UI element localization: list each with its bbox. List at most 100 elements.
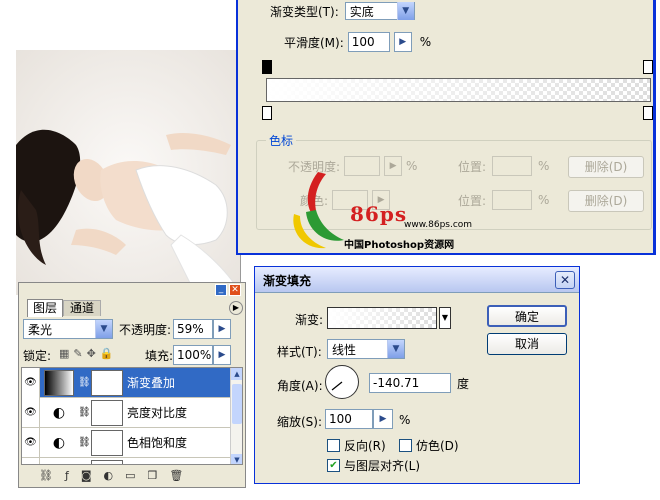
blend-mode-select[interactable]: 柔光 ▼ (23, 319, 113, 339)
layer-mask-thumbnail (91, 399, 123, 426)
layer-row-hue[interactable]: 👁 ◐ ⛓ 色相饱和度 (22, 427, 232, 458)
dither-checkbox[interactable] (399, 439, 412, 452)
adjustment-icon (44, 460, 74, 465)
watermark-brand: 86ps (350, 202, 408, 226)
layer-opacity-input[interactable]: 59% (173, 319, 213, 339)
layer-style-icon[interactable]: ƒ (65, 469, 69, 482)
layer-row-curves[interactable]: 👁 ⛓ 曲线 (22, 457, 232, 465)
layer-name: 亮度对比度 (127, 406, 188, 420)
angle-input[interactable]: -140.71 (369, 373, 451, 393)
color-stop-left[interactable] (262, 106, 272, 120)
eye-icon[interactable]: 👁 (22, 427, 40, 458)
lock-transparency-icon[interactable]: ▦ (59, 347, 69, 360)
dialog-titlebar: 渐变填充 ✕ (255, 267, 579, 293)
dither-checkbox-row[interactable]: 仿色(D) (399, 437, 459, 454)
reverse-checkbox[interactable] (327, 439, 340, 452)
watermark-logo: 86ps www.86ps.com 中国Photoshop资源网 (286, 162, 486, 252)
new-layer-icon[interactable]: ❐ (148, 469, 158, 482)
angle-label: 角度(A): (277, 379, 323, 393)
gradient-type-select[interactable]: 实底 ▼ (344, 2, 415, 20)
gradient-type-label: 渐变类型(T): (270, 4, 339, 19)
scale-unit: % (399, 413, 411, 427)
gradient-type-value: 实底 (349, 4, 374, 19)
scale-slider-button[interactable]: ▶ (373, 409, 393, 429)
link-icon: ⛓ (78, 437, 91, 448)
layer-opacity-slider-button[interactable]: ▶ (213, 319, 231, 339)
trash-icon[interactable]: 🗑 (169, 469, 183, 482)
layer-list-scrollbar[interactable]: ▲ ▼ (230, 368, 242, 464)
style-select[interactable]: 线性 ▼ (327, 339, 405, 359)
fill-slider-button[interactable]: ▶ (213, 345, 231, 365)
smoothness-label: 平滑度(M): (284, 35, 344, 50)
tab-layers[interactable]: 图层 (27, 299, 63, 317)
close-button[interactable]: ✕ (229, 284, 241, 296)
layer-mask-thumbnail (91, 459, 123, 464)
opacity-stop-right[interactable] (643, 60, 653, 74)
adjustment-layer-icon[interactable]: ◐ (104, 469, 114, 482)
angle-unit: 度 (457, 377, 470, 391)
smoothness-input[interactable]: 100 (347, 32, 390, 52)
chevron-down-icon: ▼ (387, 340, 404, 358)
dialog-close-button[interactable]: ✕ (555, 271, 575, 289)
gradient-picker-button[interactable]: ▼ (439, 307, 451, 329)
fill-label: 填充: (145, 349, 174, 363)
add-mask-icon[interactable]: ◙ (81, 469, 92, 482)
lock-position-icon[interactable]: ✥ (87, 347, 96, 360)
gradient-label: 渐变: (295, 313, 324, 327)
scale-label: 缩放(S): (277, 415, 323, 429)
adjustment-icon: ◐ (52, 404, 66, 421)
blend-mode-value: 柔光 (28, 322, 53, 337)
adjustment-icon: ◐ (52, 434, 66, 451)
chevron-down-icon: ▼ (95, 320, 112, 338)
ok-button[interactable]: 确定 (487, 305, 567, 327)
dither-label: 仿色(D) (416, 439, 459, 453)
layer-mask-thumbnail (91, 369, 123, 396)
cancel-button[interactable]: 取消 (487, 333, 567, 355)
stop-position2-unit: % (538, 193, 550, 207)
angle-dial[interactable] (325, 365, 359, 399)
eye-icon[interactable]: 👁 (22, 457, 40, 464)
align-checkbox[interactable]: ✔ (327, 459, 340, 472)
fill-input[interactable]: 100% (173, 345, 213, 365)
smoothness-unit: % (419, 35, 432, 49)
smoothness-slider-button[interactable]: ▶ (393, 32, 412, 52)
gradient-swatch[interactable] (327, 307, 437, 329)
tab-channels[interactable]: 通道 (63, 300, 101, 316)
link-icon: ⛓ (78, 377, 91, 388)
gradient-fill-dialog: 渐变填充 ✕ 渐变: ▼ 样式(T): 线性 ▼ 角度(A): -140.71 … (254, 266, 580, 484)
lock-all-icon[interactable]: 🔒 (100, 347, 114, 360)
layer-mask-thumbnail (91, 429, 123, 456)
color-stop-right[interactable] (643, 106, 653, 120)
photo-canvas (16, 50, 241, 295)
scale-input[interactable]: 100 (325, 409, 373, 429)
delete-color-stop-button[interactable]: 删除(D) (568, 190, 644, 212)
layers-bottom-toolbar: ⛓ ƒ ◙ ◐ ▭ ❐ 🗑 (39, 469, 183, 482)
opacity-stop-left[interactable] (262, 60, 272, 74)
eye-icon[interactable]: 👁 (22, 397, 40, 428)
dialog-title: 渐变填充 (263, 274, 312, 288)
gradient-preview-bar[interactable] (266, 78, 651, 102)
link-icon: ⛓ (78, 407, 91, 418)
new-group-icon[interactable]: ▭ (125, 469, 135, 482)
stops-group-title: 色标 (266, 132, 297, 149)
minimize-button[interactable]: _ (215, 284, 227, 296)
align-checkbox-row[interactable]: ✔ 与图层对齐(L) (327, 457, 420, 474)
layer-name: 色相饱和度 (127, 436, 188, 450)
panel-menu-button[interactable]: ▶ (229, 301, 243, 315)
layer-row-gradient[interactable]: 👁 ⛓ 渐变叠加 (22, 368, 232, 398)
link-layers-icon[interactable]: ⛓ (39, 469, 53, 482)
layer-name: 曲线 (127, 464, 151, 465)
stop-position-unit: % (538, 159, 550, 173)
lock-pixels-icon[interactable]: ✎ (73, 347, 82, 360)
layer-list: 👁 ⛓ 渐变叠加 👁 ◐ ⛓ 亮度对比度 👁 ◐ ⛓ 色相饱和度 👁 ⛓ 曲线 (21, 367, 243, 465)
stop-position2-input[interactable] (492, 190, 533, 210)
lock-label: 锁定: (23, 349, 52, 363)
stop-position-input[interactable] (492, 156, 533, 176)
layer-row-brightness[interactable]: 👁 ◐ ⛓ 亮度对比度 (22, 397, 232, 428)
reverse-checkbox-row[interactable]: 反向(R) (327, 437, 386, 454)
layer-name: 渐变叠加 (127, 376, 176, 390)
delete-opacity-stop-button[interactable]: 删除(D) (568, 156, 644, 178)
layer-opacity-label: 不透明度: (119, 323, 172, 337)
chevron-down-icon: ▼ (396, 2, 414, 20)
eye-icon[interactable]: 👁 (22, 368, 40, 398)
